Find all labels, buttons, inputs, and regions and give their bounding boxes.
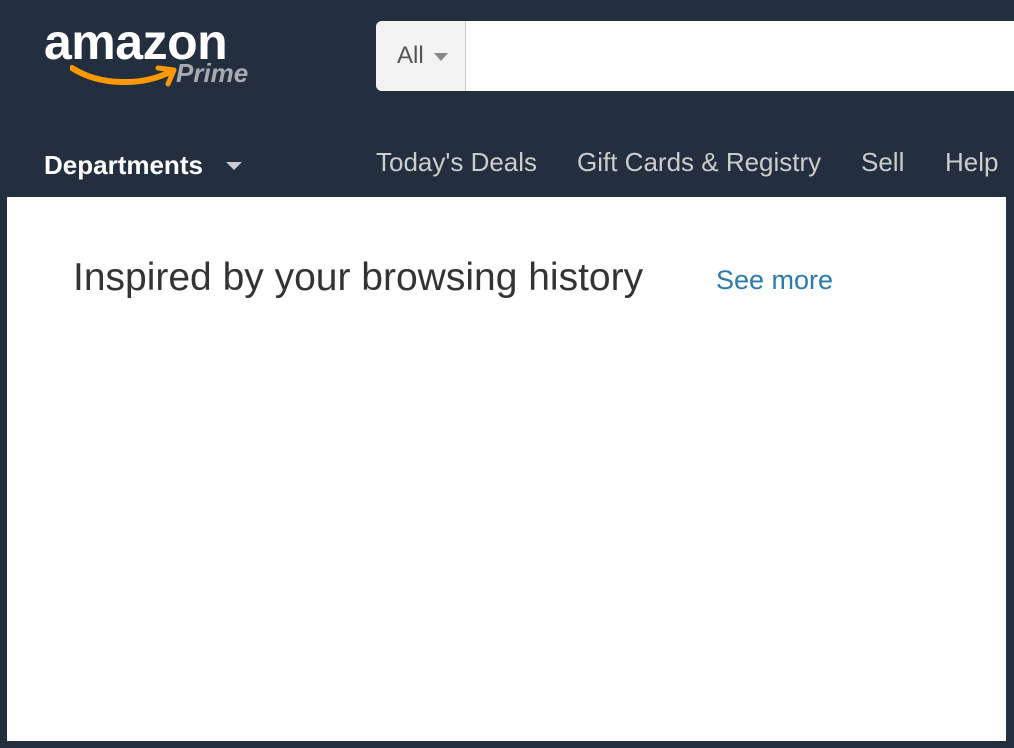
amazon-prime-logo[interactable]: amazon Prime bbox=[44, 14, 264, 94]
departments-menu[interactable]: Departments bbox=[44, 148, 242, 182]
section-title: Inspired by your browsing history bbox=[73, 256, 644, 299]
caret-down-icon bbox=[434, 53, 448, 61]
caret-down-icon bbox=[226, 162, 242, 170]
nav-todays-deals[interactable]: Today's Deals bbox=[376, 145, 537, 179]
search-bar: All bbox=[376, 21, 1014, 91]
departments-label: Departments bbox=[44, 150, 203, 180]
search-category-dropdown[interactable]: All bbox=[376, 21, 466, 91]
logo-prime-text: Prime bbox=[176, 58, 249, 88]
search-input[interactable] bbox=[467, 21, 1014, 91]
search-category-label: All bbox=[397, 42, 424, 69]
nav-sell[interactable]: Sell bbox=[861, 145, 904, 179]
nav-help[interactable]: Help bbox=[945, 145, 998, 179]
nav-gift-cards-registry[interactable]: Gift Cards & Registry bbox=[577, 145, 821, 179]
top-header: amazon Prime All Departments Today's Dea… bbox=[0, 0, 1014, 197]
amazon-smile-arrow-icon bbox=[70, 65, 177, 87]
see-more-link[interactable]: See more bbox=[716, 264, 833, 296]
main-content: Inspired by your browsing history See mo… bbox=[7, 197, 1006, 741]
